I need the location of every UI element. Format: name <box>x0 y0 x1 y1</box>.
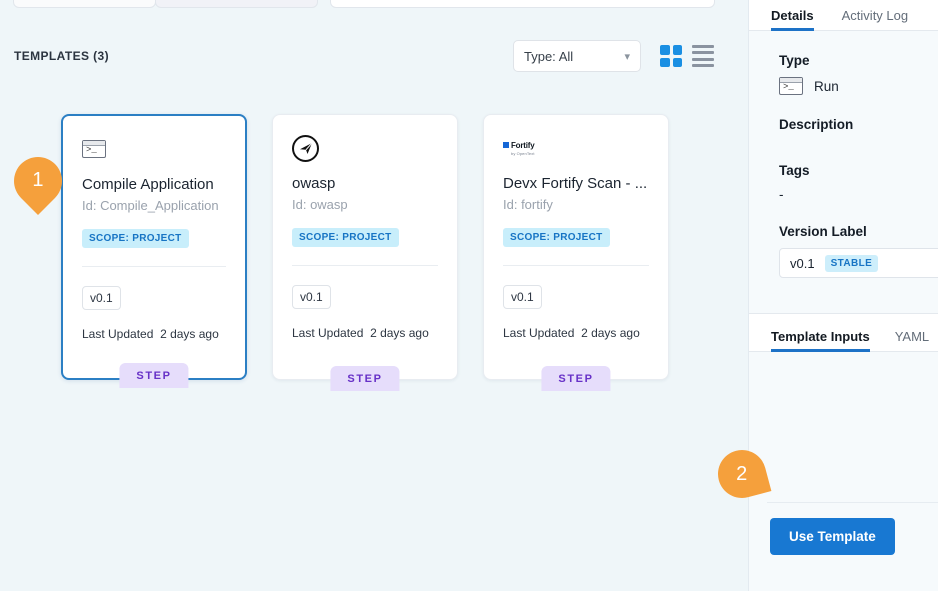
list-line <box>692 64 714 67</box>
last-updated-label: Last Updated <box>82 327 153 341</box>
template-card-owasp[interactable]: owasp Id: owasp SCOPE: PROJECT v0.1 Last… <box>272 114 458 380</box>
top-filter-strip <box>0 0 748 8</box>
step-badge: STEP <box>330 366 399 391</box>
version-chip: v0.1 <box>503 285 542 309</box>
card-divider <box>503 265 649 266</box>
card-divider <box>292 265 438 266</box>
scope-badge: SCOPE: PROJECT <box>82 229 189 248</box>
tags-value: - <box>779 187 938 202</box>
step-badge: STEP <box>119 363 188 388</box>
last-updated: Last Updated 2 days ago <box>292 326 429 340</box>
fortify-square-mark <box>503 142 509 148</box>
list-line <box>692 51 714 54</box>
tab-details[interactable]: Details <box>771 8 814 30</box>
templates-main-pane: TEMPLATES (3) Type: All ▾ >_ Compile App… <box>0 0 748 591</box>
type-filter-dropdown[interactable]: Type: All ▾ <box>513 40 641 72</box>
list-line <box>692 45 714 48</box>
page-title: TEMPLATES (3) <box>14 49 109 63</box>
last-updated-value: 2 days ago <box>370 326 429 340</box>
inputs-tab-bar: Template Inputs YAML <box>749 313 938 352</box>
app-root: TEMPLATES (3) Type: All ▾ >_ Compile App… <box>0 0 938 591</box>
version-label: Version Label <box>779 224 938 239</box>
fortify-logo-icon: Fortify by OpenText <box>503 135 535 161</box>
template-card-devx-fortify-scan[interactable]: Fortify by OpenText Devx Fortify Scan - … <box>483 114 669 380</box>
type-value: Run <box>814 79 839 94</box>
template-card-compile-application[interactable]: >_ Compile Application Id: Compile_Appli… <box>61 114 247 380</box>
card-divider <box>82 266 226 267</box>
last-updated: Last Updated 2 days ago <box>82 327 219 341</box>
inputs-divider <box>767 502 938 503</box>
last-updated-label: Last Updated <box>292 326 363 340</box>
details-side-panel: Details Activity Log Type >_ Run Descrip… <box>748 0 938 591</box>
type-filter-label: Type: All <box>524 49 573 64</box>
top-search-box[interactable] <box>330 0 715 8</box>
tab-yaml[interactable]: YAML <box>895 329 929 351</box>
grid-cell <box>673 45 683 55</box>
template-card-id: Id: Compile_Application <box>82 198 233 213</box>
top-filter-box-1[interactable] <box>13 0 156 8</box>
last-updated-value: 2 days ago <box>581 326 640 340</box>
grid-view-icon[interactable] <box>660 45 682 67</box>
grid-cell <box>660 58 670 68</box>
version-label-field[interactable]: v0.1 STABLE <box>779 248 938 278</box>
grid-cell <box>673 58 683 68</box>
annotation-marker-2-number: 2 <box>736 463 747 486</box>
template-card-id: Id: owasp <box>292 197 445 212</box>
chevron-down-icon: ▾ <box>624 50 630 63</box>
template-card-title: owasp <box>292 175 445 192</box>
status-badge: STABLE <box>825 255 879 272</box>
fortify-brand-name: Fortify <box>511 141 535 150</box>
terminal-glyph: >_ <box>86 146 97 155</box>
scope-badge: SCOPE: PROJECT <box>292 228 399 247</box>
version-value: v0.1 <box>790 256 815 271</box>
fortify-brand-sub: by OpenText <box>511 151 535 156</box>
list-line <box>692 58 714 61</box>
details-body: Type >_ Run Description Tags - Version L… <box>749 31 938 278</box>
details-tab-bar: Details Activity Log <box>749 0 938 31</box>
last-updated-value: 2 days ago <box>160 327 219 341</box>
template-card-title: Devx Fortify Scan - ... <box>503 175 656 192</box>
template-card-title: Compile Application <box>82 176 233 193</box>
tab-activity-log[interactable]: Activity Log <box>842 8 908 30</box>
tags-label: Tags <box>779 163 938 178</box>
template-card-id: Id: fortify <box>503 197 656 212</box>
list-view-icon[interactable] <box>692 45 714 67</box>
template-inputs-area: Use Template <box>749 352 938 591</box>
grid-cell <box>660 45 670 55</box>
owasp-circle-arrow-icon <box>292 135 319 161</box>
scope-badge: SCOPE: PROJECT <box>503 228 610 247</box>
terminal-icon: >_ <box>82 136 106 162</box>
step-badge: STEP <box>541 366 610 391</box>
version-chip: v0.1 <box>82 286 121 310</box>
last-updated: Last Updated 2 days ago <box>503 326 640 340</box>
description-label: Description <box>779 117 938 132</box>
annotation-marker-1-number: 1 <box>32 170 43 193</box>
terminal-glyph: >_ <box>783 83 794 92</box>
tab-template-inputs[interactable]: Template Inputs <box>771 329 870 351</box>
type-row: >_ Run <box>779 77 938 95</box>
terminal-icon: >_ <box>779 77 803 95</box>
top-filter-box-2[interactable] <box>155 0 318 8</box>
last-updated-label: Last Updated <box>503 326 574 340</box>
type-label: Type <box>779 53 938 68</box>
use-template-button[interactable]: Use Template <box>770 518 895 555</box>
version-chip: v0.1 <box>292 285 331 309</box>
